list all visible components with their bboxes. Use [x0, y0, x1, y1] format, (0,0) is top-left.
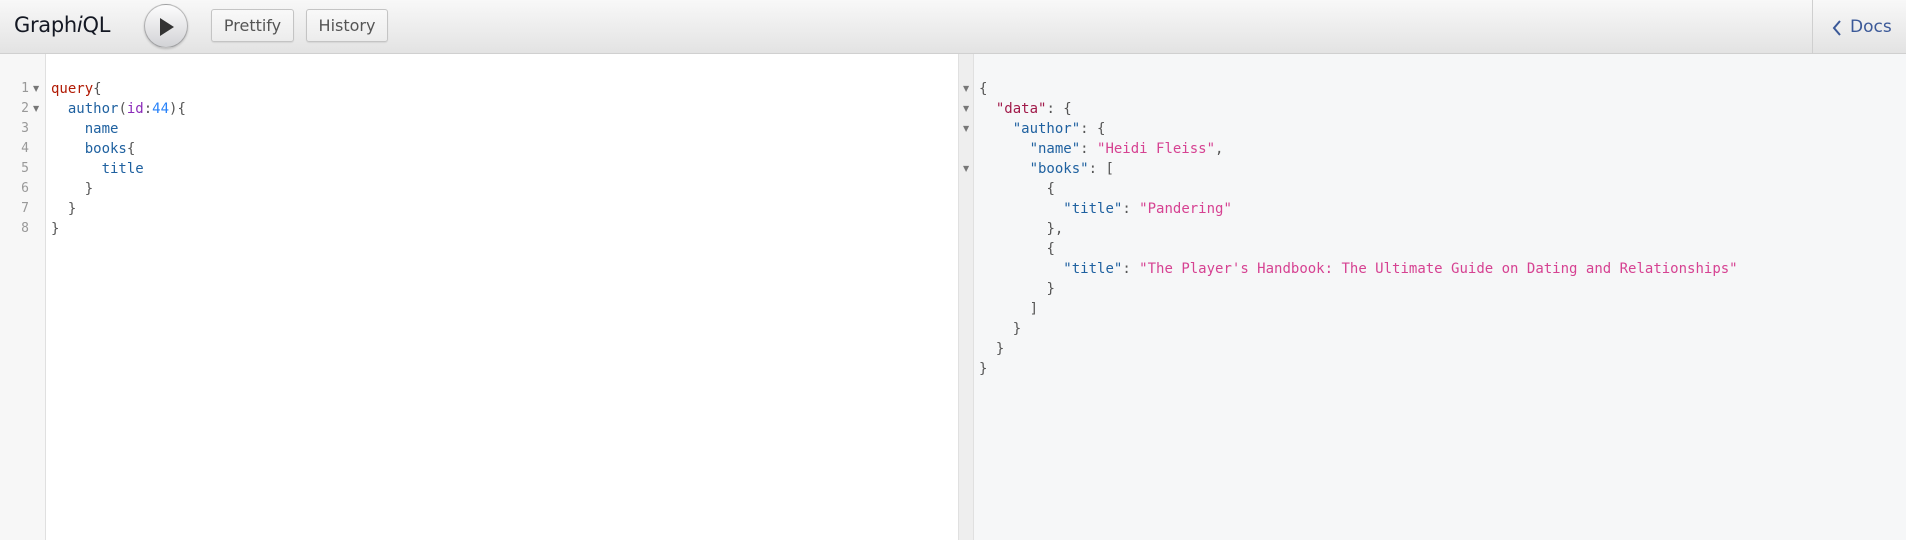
code-line: author(id:44){	[51, 99, 186, 119]
books-key: "books"	[1029, 161, 1089, 177]
result-line: "name": "Heidi Fleiss",	[979, 139, 1224, 159]
line-number-gutter: 1 ▼ 2 ▼ 3 4 5 6 7 8	[0, 54, 46, 540]
books-field: books	[84, 141, 127, 157]
brace: }	[995, 341, 1005, 357]
code-line: }	[51, 199, 76, 219]
result-line: "title": "The Player's Handbook: The Ult…	[979, 259, 1738, 279]
toolbar: GraphiQL Prettify History Docs	[0, 0, 1906, 54]
colon: :	[1122, 261, 1140, 277]
brace: }	[67, 201, 77, 217]
line-number: 7	[21, 201, 29, 216]
title-key: "title"	[1063, 201, 1123, 217]
brace: }	[51, 221, 60, 237]
brace: },	[1046, 221, 1064, 237]
comma: ,	[1215, 141, 1224, 157]
name-key: "name"	[1029, 141, 1081, 157]
result-line: ]	[979, 299, 1038, 319]
author-key: "author"	[1012, 121, 1081, 137]
line-number: 3	[21, 121, 29, 136]
code-line: }	[51, 179, 93, 199]
brace: {	[93, 81, 102, 97]
bracket: ]	[1029, 301, 1039, 317]
code-line: name	[51, 119, 119, 139]
query-keyword: query	[51, 81, 94, 97]
colon-brace: : {	[1046, 101, 1072, 117]
chevron-left-icon	[1832, 20, 1841, 36]
data-key: "data"	[995, 101, 1047, 117]
logo-suffix: QL	[82, 13, 111, 37]
id-value: 44	[152, 101, 170, 117]
brace: {	[979, 81, 988, 97]
fold-arrow-icon[interactable]: ▼	[963, 79, 969, 99]
query-editor[interactable]: 1 ▼ 2 ▼ 3 4 5 6 7 8 query{ author(id:44)…	[0, 54, 958, 540]
graphiql-app: GraphiQL Prettify History Docs 1 ▼ 2 ▼ 3…	[0, 0, 1906, 540]
result-line: }	[979, 359, 987, 379]
line-number: 6	[21, 181, 29, 196]
code-line: title	[51, 159, 144, 179]
line-number: 8	[21, 221, 29, 236]
title-field: title	[101, 161, 144, 177]
result-line: {	[979, 239, 1055, 259]
result-line: }	[979, 339, 1004, 359]
colon: :	[1122, 201, 1140, 217]
docs-divider	[1812, 0, 1813, 54]
colon-brace: : {	[1080, 121, 1106, 137]
result-line: {	[979, 79, 987, 99]
docs-label: Docs	[1850, 17, 1892, 37]
brace: }	[84, 181, 94, 197]
result-line: {	[979, 179, 1055, 199]
result-line: "title": "Pandering"	[979, 199, 1232, 219]
line-number: 2	[21, 101, 29, 116]
book-title-value: "Pandering"	[1139, 201, 1232, 217]
line-number: 4	[21, 141, 29, 156]
id-argument: id	[126, 101, 144, 117]
result-line: }	[979, 279, 1055, 299]
author-field: author	[67, 101, 119, 117]
execute-query-button[interactable]	[144, 4, 188, 48]
colon-bracket: : [	[1088, 161, 1114, 177]
result-line: "books": [	[979, 159, 1114, 179]
prettify-button[interactable]: Prettify	[211, 9, 294, 42]
fold-arrow-icon[interactable]: ▼	[963, 99, 969, 119]
fold-arrow-icon[interactable]: ▼	[963, 159, 969, 179]
graphiql-logo: GraphiQL	[14, 13, 110, 37]
name-value: "Heidi Fleiss"	[1097, 141, 1216, 157]
result-line: "data": {	[979, 99, 1072, 119]
paren: (	[118, 101, 127, 117]
result-viewer: { "data": { "author": { "name": "Heidi F…	[974, 54, 1906, 540]
fold-arrow-icon[interactable]: ▼	[963, 119, 969, 139]
brace: {	[126, 141, 136, 157]
paren-brace: ){	[169, 101, 186, 117]
logo-prefix: Graph	[14, 13, 77, 37]
book-title-value: "The Player's Handbook: The Ultimate Gui…	[1139, 261, 1738, 277]
brace: }	[1012, 321, 1022, 337]
colon: :	[1080, 141, 1098, 157]
brace: {	[1046, 181, 1055, 197]
code-line: query{	[51, 79, 102, 99]
colon: :	[143, 101, 153, 117]
brace: }	[1046, 281, 1055, 297]
name-field: name	[84, 121, 119, 137]
result-line: },	[979, 219, 1063, 239]
code-line: books{	[51, 139, 136, 159]
history-button[interactable]: History	[306, 9, 388, 42]
fold-arrow-icon[interactable]: ▼	[33, 79, 39, 99]
result-line: "author": {	[979, 119, 1106, 139]
line-number: 1	[21, 81, 29, 96]
play-icon	[160, 18, 174, 36]
fold-arrow-icon[interactable]: ▼	[33, 99, 39, 119]
brace: {	[1046, 241, 1055, 257]
title-key: "title"	[1063, 261, 1123, 277]
brace: }	[979, 361, 988, 377]
result-line: }	[979, 319, 1021, 339]
code-line: }	[51, 219, 59, 239]
line-number: 5	[21, 161, 29, 176]
